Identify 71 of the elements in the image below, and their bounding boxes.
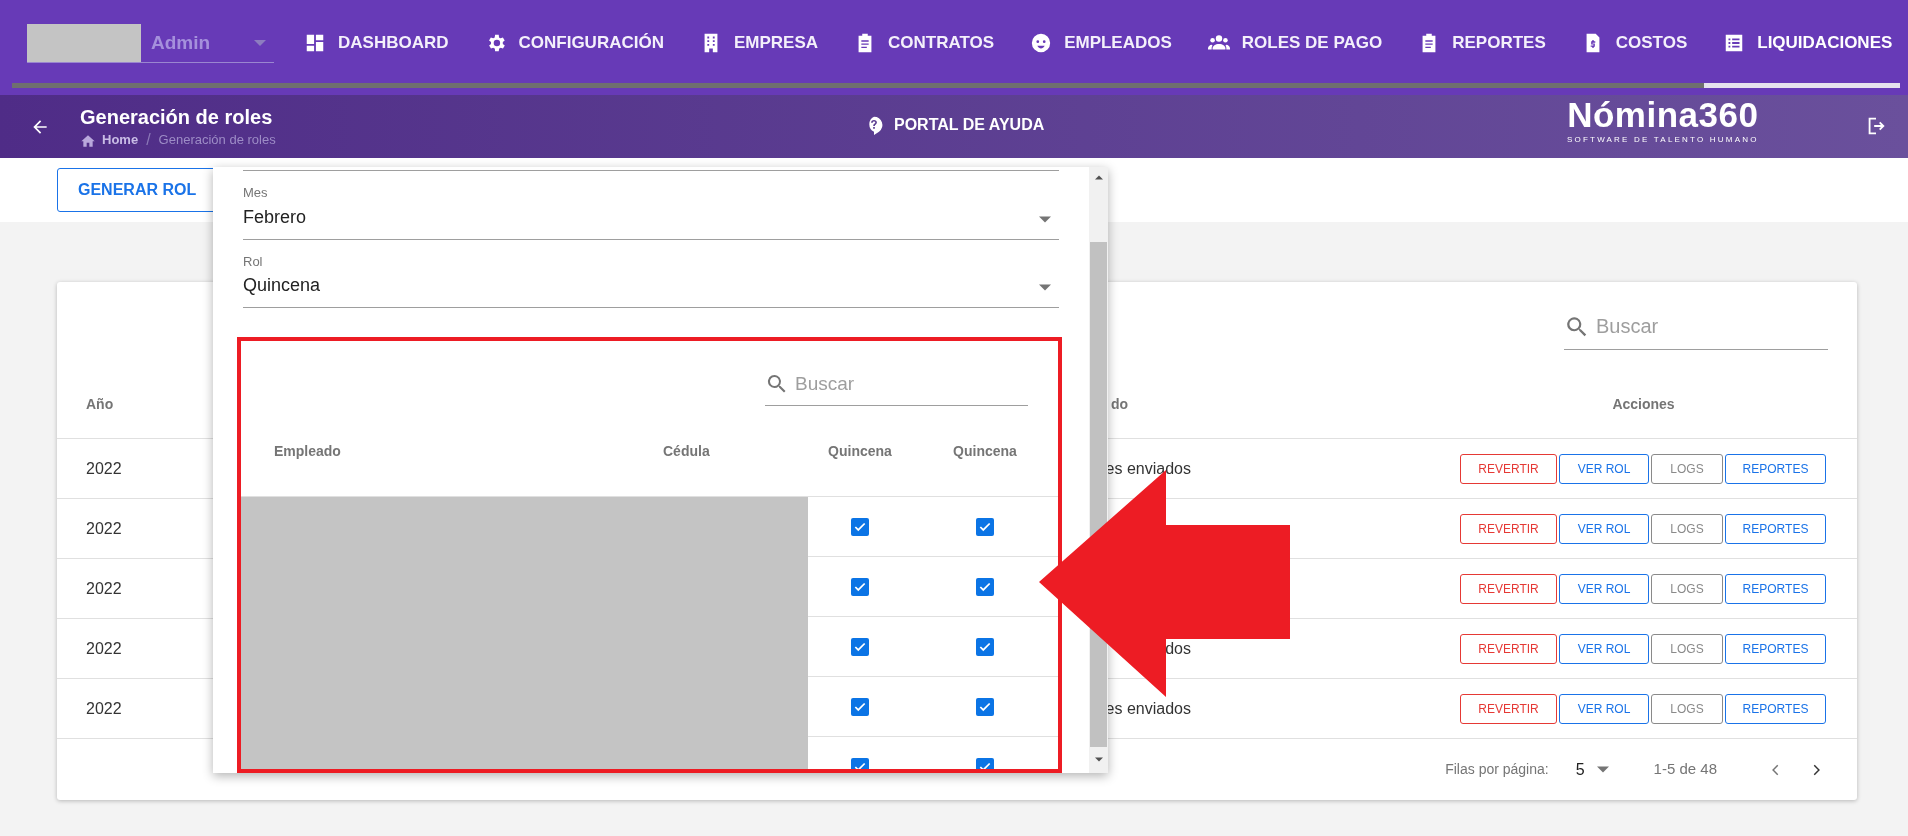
action-button[interactable]: REPORTES	[1725, 513, 1826, 544]
nav-tab[interactable]: CONTRATOS	[854, 17, 995, 68]
face-icon	[1030, 31, 1053, 54]
column-header: Año	[85, 395, 115, 414]
nav-tab[interactable]: EMPLEADOS	[1030, 17, 1172, 68]
nav-tab[interactable]: REPORTES	[1418, 17, 1546, 68]
action-button[interactable]: REVERTIR	[1460, 633, 1557, 664]
table-cell-text: dos	[1165, 638, 1191, 659]
breadcrumb-separator: /	[146, 129, 151, 150]
action-button[interactable]: VER ROL	[1559, 513, 1649, 544]
nav-tab[interactable]: COSTOS	[1581, 17, 1688, 68]
rows-per-page-label: Filas por página:	[1445, 760, 1549, 779]
table-cell-text: 2022	[86, 518, 122, 539]
caret-icon	[254, 39, 266, 47]
column-header: Quincena	[827, 441, 893, 461]
select-field[interactable]: Mes Febrero	[243, 187, 1059, 240]
action-button[interactable]: LOGS	[1651, 453, 1723, 484]
select-field[interactable]: Rol Quincena	[243, 255, 1059, 308]
caret-icon	[1596, 766, 1609, 773]
action-button[interactable]: REPORTES	[1725, 693, 1826, 724]
pagination-range: 1-5 de 48	[1653, 759, 1717, 780]
column-header: Acciones	[1611, 395, 1676, 414]
brand-logo: Nómina360 SOFTWARE DE TALENTO HUMANO	[1567, 95, 1759, 145]
action-button[interactable]: LOGS	[1651, 693, 1723, 724]
page-title: Generación de roles	[80, 104, 274, 130]
help-link[interactable]: PORTAL DE AYUDA	[864, 113, 1045, 137]
nav-tab[interactable]: CONFIGURACIÓN	[484, 17, 664, 68]
table-cell-text: 2022	[86, 578, 122, 599]
caret-icon	[1039, 284, 1051, 291]
nav-tab[interactable]: EMPRESA	[699, 17, 819, 68]
nav-tab[interactable]: DASHBOARD	[304, 17, 449, 68]
breadcrumb-item[interactable]: Home	[102, 129, 139, 150]
checkbox[interactable]	[851, 697, 869, 716]
table-cell-text: 2022	[86, 458, 122, 479]
breadcrumb-item: Generación de roles	[158, 130, 276, 149]
column-header: Quincena	[952, 441, 1018, 461]
action-button[interactable]: REPORTES	[1725, 453, 1826, 484]
user-dropdown[interactable]: Admin	[27, 24, 274, 63]
checkbox[interactable]	[851, 517, 869, 536]
caret-icon	[1039, 215, 1051, 223]
checkbox[interactable]	[976, 517, 994, 536]
checkbox[interactable]	[976, 637, 994, 656]
action-button[interactable]: VER ROL	[1559, 453, 1649, 484]
nav-tab[interactable]: LIQUIDACIONES	[1723, 17, 1893, 68]
search-field[interactable]: Buscar	[1596, 306, 1826, 347]
checkbox[interactable]	[976, 577, 994, 596]
action-button[interactable]: LOGS	[1651, 513, 1723, 544]
table-cell-text: 2022	[86, 698, 122, 719]
action-button[interactable]: LOGS	[1651, 633, 1723, 664]
column-header: Cédula	[662, 441, 711, 461]
nav-tab[interactable]: ROLES DE PAGO	[1207, 17, 1383, 68]
search-field[interactable]: Buscar	[795, 365, 1025, 403]
action-button[interactable]: REVERTIR	[1460, 513, 1557, 544]
action-button[interactable]: VER ROL	[1559, 633, 1649, 664]
action-button[interactable]: VER ROL	[1559, 573, 1649, 604]
action-button[interactable]: LOGS	[1651, 573, 1723, 604]
action-button[interactable]: REPORTES	[1725, 633, 1826, 664]
column-header: Empleado	[273, 441, 342, 461]
checkbox[interactable]	[851, 577, 869, 596]
table-cell-text: 2022	[86, 638, 122, 659]
action-button[interactable]: REVERTIR	[1460, 573, 1557, 604]
rows-per-page-select[interactable]: 5	[1575, 757, 1609, 782]
action-button[interactable]: REVERTIR	[1460, 693, 1557, 724]
action-button[interactable]: REPORTES	[1725, 573, 1826, 604]
action-button[interactable]: REVERTIR	[1460, 453, 1557, 484]
scroll-up-icon	[1094, 175, 1103, 180]
checkbox[interactable]	[976, 697, 994, 716]
action-button[interactable]: VER ROL	[1559, 693, 1649, 724]
column-header: do	[1111, 395, 1130, 414]
scroll-down-icon	[1094, 757, 1103, 762]
checkbox[interactable]	[851, 637, 869, 656]
